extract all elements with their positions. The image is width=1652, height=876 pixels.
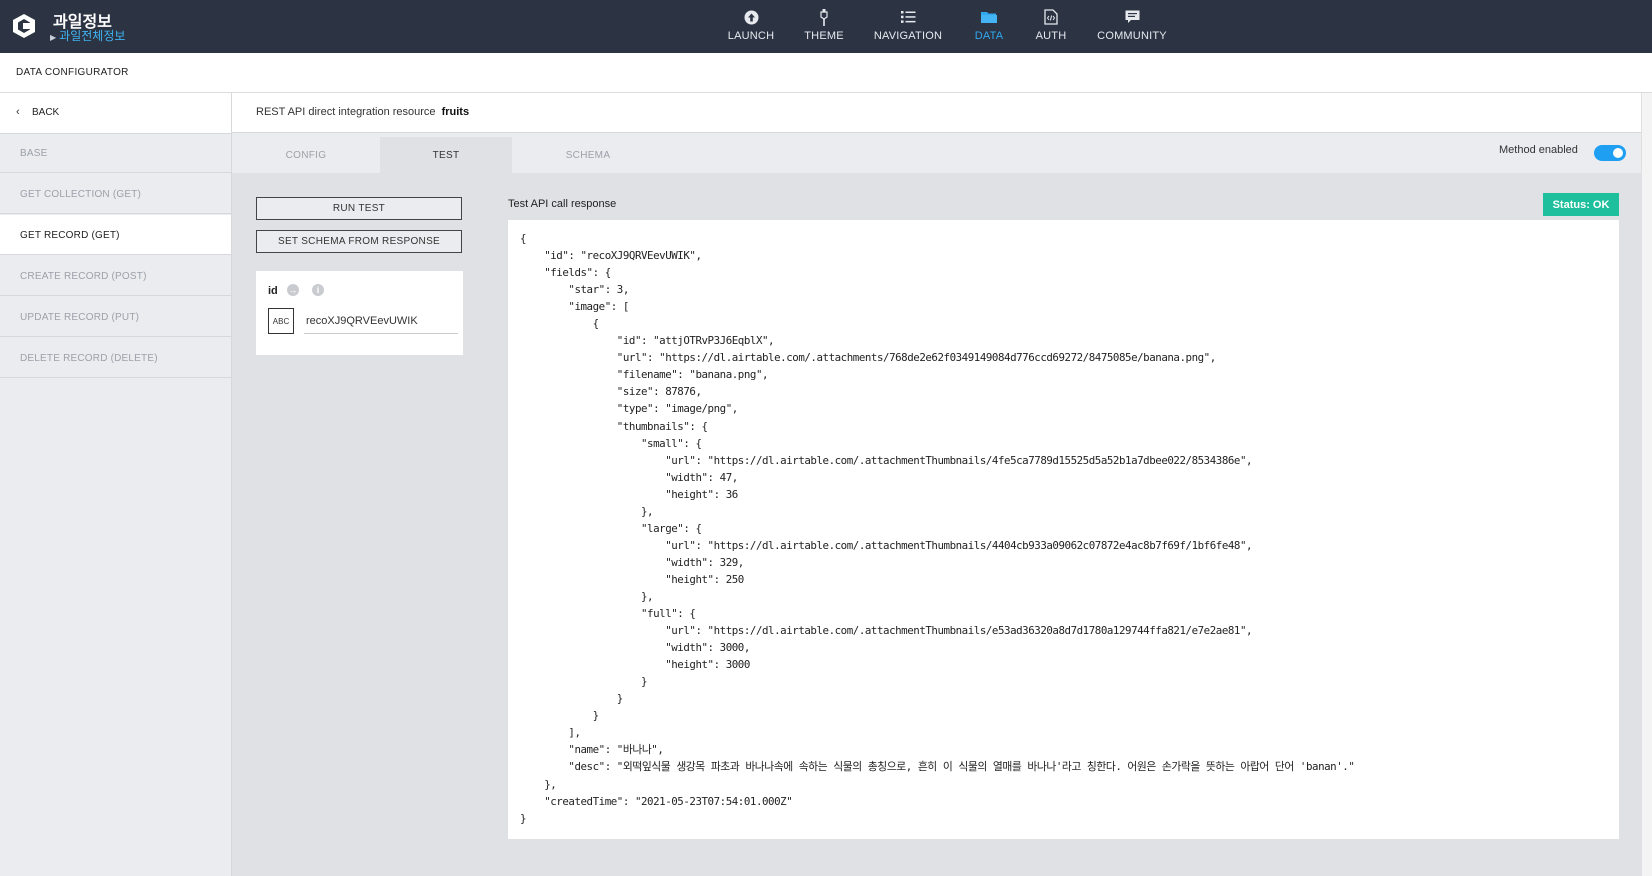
- nav-community-label: COMMUNITY: [1097, 30, 1167, 42]
- param-card-id: id → i ABC: [256, 271, 463, 355]
- nav-community[interactable]: COMMUNITY: [1092, 0, 1172, 53]
- arrow-right-icon[interactable]: →: [287, 284, 299, 296]
- response-json-box[interactable]: { "id": "recoXJ9QRVEevUWIK", "fields": {…: [508, 220, 1619, 839]
- app-subtitle-breadcrumb[interactable]: ▶ 과일전체정보: [50, 27, 125, 44]
- navigation-list-icon: [899, 8, 917, 26]
- back-label: BACK: [32, 107, 60, 118]
- text-type-icon: ABC: [268, 308, 294, 334]
- set-schema-button[interactable]: SET SCHEMA FROM RESPONSE: [256, 230, 462, 253]
- toggle-knob: [1613, 148, 1623, 158]
- theme-brush-icon: [815, 8, 833, 26]
- resource-type-label: REST API direct integration resource: [256, 106, 436, 118]
- response-title: Test API call response: [508, 198, 617, 210]
- nav-auth[interactable]: AUTH: [1027, 0, 1075, 53]
- param-name: id: [268, 285, 278, 297]
- nav-theme[interactable]: THEME: [800, 0, 848, 53]
- sidebar-item-delete-record[interactable]: DELETE RECORD (DELETE): [0, 338, 231, 378]
- launch-icon: [742, 8, 760, 26]
- auth-code-icon: [1042, 8, 1060, 26]
- sidebar-item-update-record[interactable]: UPDATE RECORD (PUT): [0, 297, 231, 337]
- page-title: DATA CONFIGURATOR: [16, 67, 129, 78]
- resource-bar: REST API direct integration resource frui…: [232, 93, 1642, 133]
- nav-auth-label: AUTH: [1035, 30, 1067, 42]
- nav-launch-label: LAUNCH: [727, 30, 775, 42]
- method-sidebar: ‹ BACK BASE GET COLLECTION (GET) GET REC…: [0, 93, 232, 876]
- id-param-input[interactable]: [304, 309, 458, 334]
- resource-name: fruits: [441, 106, 470, 118]
- sidebar-item-get-collection[interactable]: GET COLLECTION (GET): [0, 174, 231, 214]
- nav-data-label: DATA: [974, 30, 1004, 42]
- sidebar-item-base[interactable]: BASE: [0, 133, 231, 173]
- configurator-header: DATA CONFIGURATOR: [0, 53, 1652, 93]
- info-icon[interactable]: i: [312, 284, 324, 296]
- chat-icon: [1123, 8, 1141, 26]
- app-logo-icon[interactable]: [11, 13, 37, 39]
- chevron-left-icon: ‹: [16, 106, 20, 118]
- sidebar-item-get-record[interactable]: GET RECORD (GET): [0, 215, 231, 255]
- nav-navigation[interactable]: NAVIGATION: [870, 0, 946, 53]
- page-scrollbar[interactable]: [1641, 93, 1652, 876]
- tab-config[interactable]: CONFIG: [232, 137, 380, 173]
- folder-icon: [980, 8, 998, 26]
- caret-right-icon: ▶: [50, 33, 57, 42]
- method-enabled-label: Method enabled: [1499, 144, 1578, 156]
- method-enabled-toggle[interactable]: [1594, 145, 1626, 161]
- text-type-label: ABC: [272, 316, 290, 326]
- tab-test[interactable]: TEST: [380, 137, 512, 173]
- run-test-button[interactable]: RUN TEST: [256, 197, 462, 220]
- resource-label-row: REST API direct integration resource frui…: [256, 106, 469, 118]
- nav-data[interactable]: DATA: [965, 0, 1013, 53]
- nav-launch[interactable]: LAUNCH: [727, 0, 775, 53]
- tab-schema[interactable]: SCHEMA: [512, 137, 664, 173]
- app-subtitle-label: 과일전체정보: [59, 29, 126, 43]
- nav-navigation-label: NAVIGATION: [873, 30, 943, 42]
- response-json-text: { "id": "recoXJ9QRVEevUWIK", "fields": {…: [520, 232, 1355, 825]
- top-bar: 과일정보 ▶ 과일전체정보 LAUNCH THEME NAVIGATION DAT…: [0, 0, 1652, 53]
- back-button[interactable]: ‹ BACK: [0, 93, 231, 134]
- nav-theme-label: THEME: [804, 30, 844, 42]
- status-badge: Status: OK: [1543, 193, 1619, 216]
- sidebar-item-create-record[interactable]: CREATE RECORD (POST): [0, 256, 231, 296]
